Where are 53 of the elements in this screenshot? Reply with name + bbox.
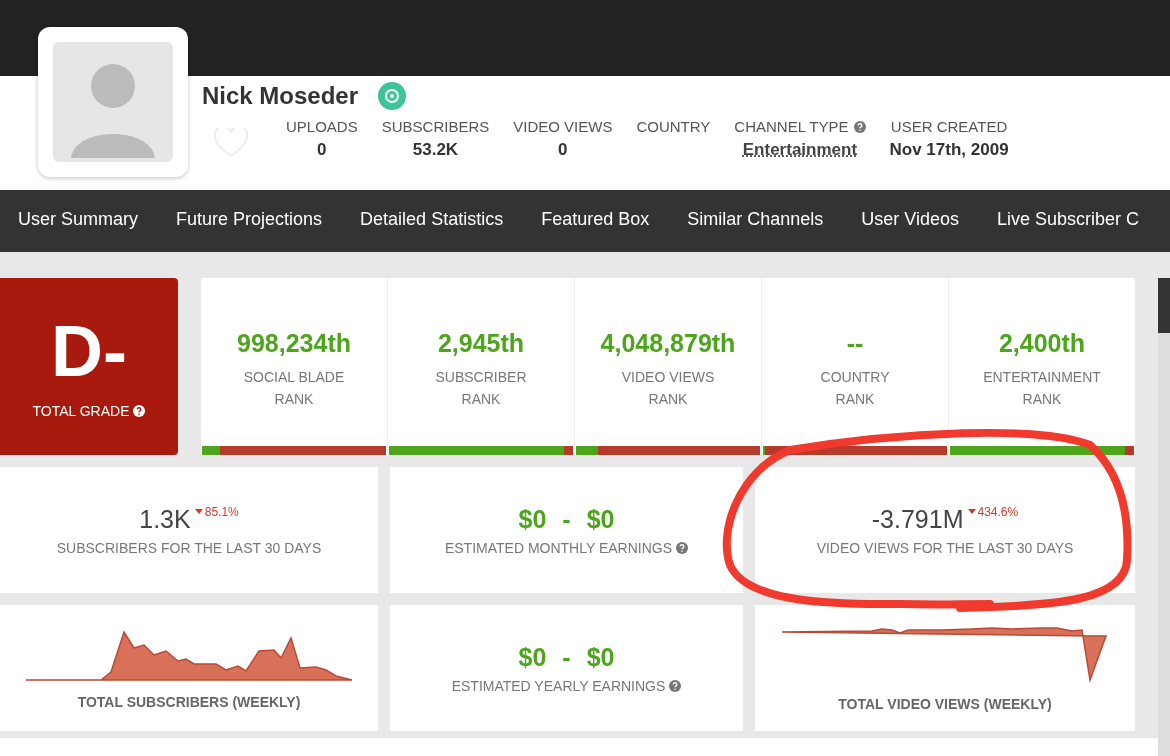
nav-tab[interactable]: Detailed Statistics xyxy=(360,205,504,237)
earnings-high: $0 xyxy=(586,504,615,534)
dash: - xyxy=(562,642,571,672)
scrollbar[interactable] xyxy=(1158,278,1170,756)
percent-change: 85.1% xyxy=(204,504,239,519)
help-icon[interactable] xyxy=(133,404,146,417)
rank-label: ENTERTAINMENT RANK xyxy=(983,367,1101,409)
nav-tab[interactable]: Featured Box xyxy=(541,205,650,237)
stat-value: 1.3K xyxy=(139,504,191,534)
grade-value: D- xyxy=(51,314,127,387)
stat-label: VIDEO VIEWS xyxy=(513,118,613,135)
rank-value: -- xyxy=(846,328,864,358)
nav-tab[interactable]: Similar Channels xyxy=(687,205,824,237)
nav-tab[interactable]: User Summary xyxy=(18,205,138,237)
dash: - xyxy=(562,504,571,534)
stat-label: CHANNEL TYPE xyxy=(734,118,849,135)
stat-label: SUBSCRIBERS xyxy=(381,118,490,135)
help-icon[interactable] xyxy=(669,679,682,692)
stat-value: 0 xyxy=(558,140,568,160)
stat-label: UPLOADS xyxy=(286,118,358,135)
chart-label: TOTAL SUBSCRIBERS (WEEKLY) xyxy=(77,694,301,710)
stat-value: 53.2K xyxy=(412,140,459,160)
channel-name: Nick Moseder xyxy=(202,82,359,110)
help-icon[interactable] xyxy=(676,541,689,554)
rank-value: 998,234th xyxy=(237,328,351,358)
rank-value: 2,400th xyxy=(998,328,1086,358)
channel-type-link[interactable]: Entertainment xyxy=(742,140,858,160)
grade-label: TOTAL GRADE xyxy=(32,402,130,419)
percent-change: 434.6% xyxy=(977,504,1019,519)
rank-value: 4,048,879th xyxy=(600,328,736,358)
help-icon[interactable] xyxy=(853,120,866,133)
nav-tab[interactable]: User Videos xyxy=(861,205,959,237)
stat-value: Nov 17th, 2009 xyxy=(889,140,1009,160)
earnings-low: $0 xyxy=(518,642,547,672)
stat-label: COUNTRY xyxy=(636,118,711,135)
rank-label: VIDEO VIEWS RANK xyxy=(621,367,715,409)
chart-label: TOTAL VIDEO VIEWS (WEEKLY) xyxy=(838,696,1052,712)
rank-label: SOCIAL BLADE RANK xyxy=(243,367,345,409)
stat-label: VIDEO VIEWS FOR THE LAST 30 DAYS xyxy=(816,539,1074,556)
stat-label: SUBSCRIBERS FOR THE LAST 30 DAYS xyxy=(56,539,322,556)
rank-value: 2,945th xyxy=(437,328,525,358)
nav-tab[interactable]: Future Projections xyxy=(176,205,323,237)
verified-badge-icon xyxy=(378,82,407,110)
stat-value: -3.791M xyxy=(871,504,964,534)
earnings-high: $0 xyxy=(586,642,615,672)
rank-label: SUBSCRIBER RANK xyxy=(435,367,527,409)
nav-tab[interactable]: Live Subscriber C xyxy=(997,205,1140,237)
earnings-label: ESTIMATED MONTHLY EARNINGS xyxy=(444,539,673,556)
earnings-label: ESTIMATED YEARLY EARNINGS xyxy=(451,677,666,694)
earnings-low: $0 xyxy=(518,504,547,534)
stat-value: 0 xyxy=(317,140,327,160)
stat-label: USER CREATED xyxy=(890,118,1008,135)
rank-label: COUNTRY RANK xyxy=(820,367,890,409)
